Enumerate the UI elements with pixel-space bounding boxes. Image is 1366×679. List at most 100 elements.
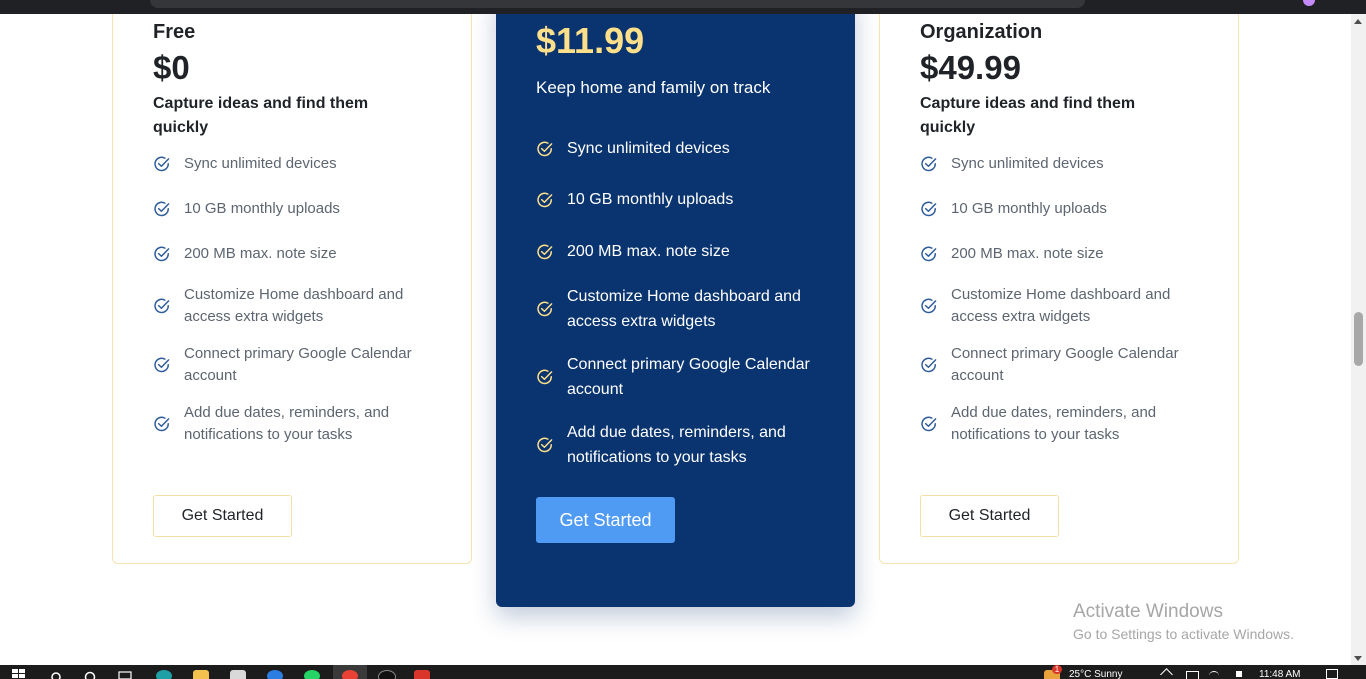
pinned-app-icon[interactable] — [414, 670, 430, 679]
scrollbar-thumb[interactable] — [1354, 312, 1363, 366]
feature-item: Connect primary Google Calendar account — [153, 343, 443, 387]
page-scrollbar[interactable] — [1351, 14, 1366, 665]
feature-text: 200 MB max. note size — [184, 245, 337, 262]
watermark-title: Activate Windows — [1073, 601, 1223, 622]
feature-text: Sync unlimited devices — [567, 140, 730, 157]
feature-item: Sync unlimited devices — [920, 153, 1210, 175]
feature-text: Customize Home dashboard and access extr… — [951, 286, 1171, 325]
feature-item: Connect primary Google Calendar account — [536, 352, 826, 402]
check-circle-icon — [921, 298, 937, 314]
notification-badge: 1 — [1052, 665, 1062, 674]
chevron-up-icon[interactable] — [1160, 668, 1173, 679]
feature-item: Add due dates, reminders, and notificati… — [153, 402, 443, 446]
feature-text: Connect primary Google Calendar account — [184, 345, 412, 384]
feature-item: 200 MB max. note size — [920, 243, 1210, 265]
feature-item: Customize Home dashboard and access extr… — [536, 284, 826, 334]
feature-item: Add due dates, reminders, and notificati… — [920, 402, 1210, 446]
check-circle-icon — [154, 298, 170, 314]
store-icon[interactable] — [230, 670, 246, 679]
feature-text: 10 GB monthly uploads — [567, 191, 734, 208]
plan-price: $11.99 — [536, 20, 645, 61]
feature-text: 200 MB max. note size — [951, 245, 1104, 262]
feature-item: 200 MB max. note size — [536, 239, 826, 264]
check-circle-icon — [537, 369, 553, 385]
file-explorer-icon[interactable] — [193, 670, 209, 679]
check-circle-icon — [921, 416, 937, 432]
activate-windows-watermark: Activate Windows Go to Settings to activ… — [1073, 601, 1294, 642]
chrome-icon[interactable] — [342, 670, 358, 679]
feature-text: Customize Home dashboard and access extr… — [567, 288, 801, 330]
check-circle-icon — [537, 192, 553, 207]
profile-avatar[interactable] — [1303, 0, 1315, 6]
plan-tagline: Keep home and family on track — [536, 78, 771, 97]
feature-item: 10 GB monthly uploads — [153, 198, 443, 220]
plan-price: $49.99 — [920, 49, 1021, 86]
scroll-down-arrow-icon[interactable] — [1354, 656, 1362, 661]
check-circle-icon — [154, 416, 170, 432]
feature-text: 200 MB max. note size — [567, 243, 730, 260]
check-circle-icon — [921, 156, 937, 172]
volume-icon[interactable] — [1236, 671, 1242, 677]
feature-text: Add due dates, reminders, and notificati… — [951, 404, 1157, 443]
search-icon[interactable] — [50, 671, 62, 679]
check-circle-icon — [154, 156, 170, 172]
check-circle-icon — [921, 246, 937, 262]
feature-text: Sync unlimited devices — [184, 155, 337, 172]
check-circle-icon — [154, 357, 170, 373]
windows-taskbar: 1 25°C Sunny 11:48 AM — [0, 665, 1366, 679]
get-started-button-featured[interactable]: Get Started — [536, 497, 675, 543]
scroll-up-arrow-icon[interactable] — [1354, 19, 1362, 24]
feature-item: 10 GB monthly uploads — [536, 187, 826, 212]
browser-tab-strip — [0, 0, 1366, 14]
plan-name: Organization — [920, 21, 1043, 43]
app-icon[interactable] — [378, 670, 396, 679]
cortana-icon[interactable] — [84, 671, 96, 679]
pricing-card-featured: $11.99 Keep home and family on track Syn… — [496, 14, 855, 607]
whatsapp-icon[interactable] — [304, 670, 320, 679]
active-app-highlight — [333, 665, 367, 679]
check-circle-icon — [537, 437, 553, 453]
feature-text: 10 GB monthly uploads — [184, 200, 340, 217]
feature-item: Sync unlimited devices — [153, 153, 443, 175]
feature-text: Connect primary Google Calendar account — [951, 345, 1179, 384]
battery-icon[interactable] — [1186, 671, 1199, 679]
feature-item: 10 GB monthly uploads — [920, 198, 1210, 220]
get-started-button-organization[interactable]: Get Started — [920, 495, 1059, 537]
plan-name: Free — [153, 21, 196, 43]
task-view-icon[interactable] — [118, 670, 132, 679]
edge-icon[interactable] — [156, 670, 172, 679]
watermark-subtitle: Go to Settings to activate Windows. — [1073, 626, 1294, 642]
feature-item: Sync unlimited devices — [536, 136, 826, 161]
address-bar[interactable] — [150, 0, 1085, 8]
feature-text: Customize Home dashboard and access extr… — [184, 286, 404, 325]
check-circle-icon — [537, 301, 553, 317]
plan-tagline: Capture ideas and find them quickly — [153, 95, 369, 136]
wifi-icon[interactable] — [1209, 671, 1219, 679]
weather-text[interactable]: 25°C Sunny — [1069, 670, 1122, 679]
check-circle-icon — [921, 357, 937, 373]
windows-start-icon[interactable] — [12, 669, 26, 679]
taskbar-clock[interactable]: 11:48 AM — [1259, 670, 1301, 679]
notification-center-icon[interactable] — [1326, 669, 1338, 679]
feature-item: Connect primary Google Calendar account — [920, 343, 1210, 387]
feature-text: Sync unlimited devices — [951, 155, 1104, 172]
pricing-card-free: Free $0 Capture ideas and find them quic… — [112, 14, 472, 564]
feature-item: Customize Home dashboard and access extr… — [920, 284, 1210, 328]
feature-text: Connect primary Google Calendar account — [567, 356, 810, 398]
check-circle-icon — [154, 201, 170, 217]
plan-tagline: Capture ideas and find them quickly — [920, 95, 1136, 136]
check-circle-icon — [154, 246, 170, 262]
check-circle-icon — [537, 141, 553, 156]
check-circle-icon — [537, 244, 553, 259]
feature-item: Add due dates, reminders, and notificati… — [536, 420, 826, 470]
mail-icon[interactable] — [267, 670, 283, 679]
pricing-card-organization: Organization $49.99 Capture ideas and fi… — [879, 14, 1239, 564]
feature-text: Add due dates, reminders, and notificati… — [184, 404, 390, 443]
get-started-button-free[interactable]: Get Started — [153, 495, 292, 537]
page-viewport: Free $0 Capture ideas and find them quic… — [0, 14, 1351, 665]
feature-text: Add due dates, reminders, and notificati… — [567, 424, 786, 466]
feature-text: 10 GB monthly uploads — [951, 200, 1107, 217]
check-circle-icon — [921, 201, 937, 217]
feature-item: Customize Home dashboard and access extr… — [153, 284, 443, 328]
plan-price: $0 — [153, 49, 190, 86]
